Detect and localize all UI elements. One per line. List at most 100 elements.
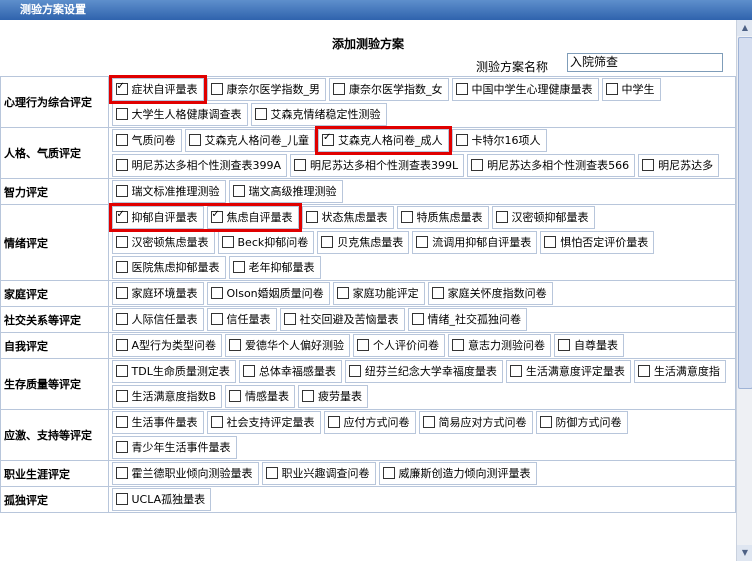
- assessment-option[interactable]: 个人评价问卷: [353, 334, 446, 357]
- assessment-option[interactable]: 霍兰德职业倾向测验量表: [111, 462, 259, 485]
- assessment-option[interactable]: 汉密顿抑郁量表: [491, 206, 595, 229]
- assessment-option[interactable]: 社会支持评定量表: [206, 411, 321, 434]
- assessment-option[interactable]: 抑郁自评量表: [111, 206, 204, 229]
- checkbox[interactable]: [210, 287, 223, 299]
- checkbox[interactable]: [431, 287, 444, 299]
- checkbox-checked[interactable]: [115, 81, 128, 95]
- checkbox[interactable]: [115, 134, 128, 146]
- assessment-option[interactable]: 社交回避及苦恼量表: [279, 308, 405, 331]
- checkbox[interactable]: [382, 467, 395, 479]
- scroll-thumb[interactable]: [738, 37, 752, 389]
- checkbox[interactable]: [357, 339, 370, 351]
- assessment-option[interactable]: 家庭环境量表: [111, 282, 204, 305]
- checkbox[interactable]: [210, 416, 223, 428]
- checkbox[interactable]: [455, 83, 468, 95]
- checkbox[interactable]: [115, 261, 128, 273]
- checkbox[interactable]: [452, 339, 465, 351]
- checkbox[interactable]: [115, 287, 128, 299]
- checkbox[interactable]: [642, 159, 655, 171]
- checkbox[interactable]: [115, 493, 128, 505]
- checkbox[interactable]: [115, 339, 128, 351]
- assessment-option[interactable]: 防御方式问卷: [535, 411, 628, 434]
- assessment-option[interactable]: 明尼苏达多相个性测查表399A: [111, 154, 288, 177]
- assessment-option[interactable]: 信任量表: [206, 308, 277, 331]
- assessment-option[interactable]: 艾森克情绪稳定性测验: [250, 103, 387, 126]
- assessment-option[interactable]: 情绪_社交孤独问卷: [407, 308, 527, 331]
- assessment-option[interactable]: 流调用抑郁自评量表: [412, 231, 538, 254]
- checkbox[interactable]: [294, 159, 307, 171]
- assessment-option[interactable]: 人际信任量表: [111, 308, 204, 331]
- checkbox[interactable]: [321, 236, 334, 248]
- assessment-option[interactable]: 职业兴趣调查问卷: [261, 462, 376, 485]
- assessment-option[interactable]: Olson婚姻质量问卷: [206, 282, 330, 305]
- checkbox[interactable]: [558, 339, 571, 351]
- assessment-option[interactable]: 老年抑郁量表: [228, 256, 321, 279]
- assessment-option[interactable]: 艾森克人格问卷_成人: [318, 129, 449, 152]
- assessment-option[interactable]: 意志力测验问卷: [448, 334, 552, 357]
- checkbox[interactable]: [283, 313, 296, 325]
- checkbox[interactable]: [336, 287, 349, 299]
- checkbox[interactable]: [232, 261, 245, 273]
- scroll-up-arrow-icon[interactable]: ▲: [737, 20, 752, 36]
- assessment-option[interactable]: TDL生命质量测定表: [111, 360, 236, 383]
- checkbox[interactable]: [302, 390, 315, 402]
- assessment-option[interactable]: 情感量表: [225, 385, 296, 408]
- checkbox-checked[interactable]: [115, 209, 128, 223]
- checkbox[interactable]: [265, 467, 278, 479]
- checkbox[interactable]: [232, 185, 245, 197]
- checkbox[interactable]: [115, 416, 128, 428]
- checkbox[interactable]: [115, 236, 128, 248]
- assessment-option[interactable]: 焦虑自评量表: [206, 206, 299, 229]
- assessment-option[interactable]: 纽芬兰纪念大学幸福度量表: [344, 360, 503, 383]
- assessment-option[interactable]: 康奈尔医学指数_女: [329, 78, 449, 101]
- checkbox[interactable]: [210, 313, 223, 325]
- checkbox[interactable]: [229, 390, 242, 402]
- assessment-option[interactable]: 康奈尔医学指数_男: [206, 78, 326, 101]
- assessment-option[interactable]: 状态焦虑量表: [301, 206, 394, 229]
- checkbox[interactable]: [416, 236, 429, 248]
- assessment-option[interactable]: 大学生人格健康调查表: [111, 103, 248, 126]
- assessment-option[interactable]: Beck抑郁问卷: [217, 231, 315, 254]
- assessment-option[interactable]: 气质问卷: [111, 129, 182, 152]
- assessment-option[interactable]: 瑞文高级推理测验: [228, 180, 343, 203]
- assessment-option[interactable]: 瑞文标准推理测验: [111, 180, 226, 203]
- checkbox[interactable]: [327, 416, 340, 428]
- assessment-option[interactable]: 总体幸福感量表: [238, 360, 342, 383]
- assessment-option[interactable]: 威廉斯创造力倾向测评量表: [378, 462, 537, 485]
- assessment-option[interactable]: 青少年生活事件量表: [111, 436, 237, 459]
- checkbox[interactable]: [115, 390, 128, 402]
- checkbox[interactable]: [242, 365, 255, 377]
- checkbox[interactable]: [115, 159, 128, 171]
- checkbox-checked[interactable]: [322, 132, 334, 146]
- checkbox[interactable]: [471, 159, 484, 171]
- assessment-option[interactable]: A型行为类型问卷: [111, 334, 223, 357]
- assessment-option[interactable]: 症状自评量表: [111, 78, 204, 101]
- vertical-scrollbar[interactable]: ▲ ▼: [736, 20, 752, 561]
- assessment-option[interactable]: 惧怕否定评价量表: [540, 231, 655, 254]
- checkbox[interactable]: [221, 236, 234, 248]
- assessment-option[interactable]: 生活满意度指数B: [111, 385, 223, 408]
- checkbox[interactable]: [254, 108, 267, 120]
- checkbox[interactable]: [229, 339, 242, 351]
- checkbox[interactable]: [115, 185, 128, 197]
- assessment-option[interactable]: 生活满意度指: [633, 360, 726, 383]
- assessment-option[interactable]: 贝克焦虑量表: [317, 231, 410, 254]
- checkbox[interactable]: [605, 83, 618, 95]
- assessment-option[interactable]: 特质焦虑量表: [396, 206, 489, 229]
- scheme-name-input[interactable]: 入院筛查: [567, 53, 723, 72]
- assessment-option[interactable]: 应付方式问卷: [323, 411, 416, 434]
- checkbox[interactable]: [495, 211, 508, 223]
- checkbox[interactable]: [115, 365, 128, 377]
- checkbox[interactable]: [348, 365, 361, 377]
- assessment-option[interactable]: 医院焦虑抑郁量表: [111, 256, 226, 279]
- assessment-option[interactable]: 家庭关怀度指数问卷: [427, 282, 553, 305]
- assessment-option[interactable]: 家庭功能评定: [332, 282, 425, 305]
- assessment-option[interactable]: 明尼苏达多: [638, 154, 720, 177]
- checkbox[interactable]: [188, 134, 201, 146]
- assessment-option[interactable]: 卡特尔16项人: [451, 129, 547, 152]
- assessment-option[interactable]: 生活满意度评定量表: [505, 360, 631, 383]
- checkbox[interactable]: [115, 313, 128, 325]
- assessment-option[interactable]: 明尼苏达多相个性测查表566: [467, 154, 636, 177]
- scroll-down-arrow-icon[interactable]: ▼: [737, 545, 752, 561]
- assessment-option[interactable]: 疲劳量表: [298, 385, 369, 408]
